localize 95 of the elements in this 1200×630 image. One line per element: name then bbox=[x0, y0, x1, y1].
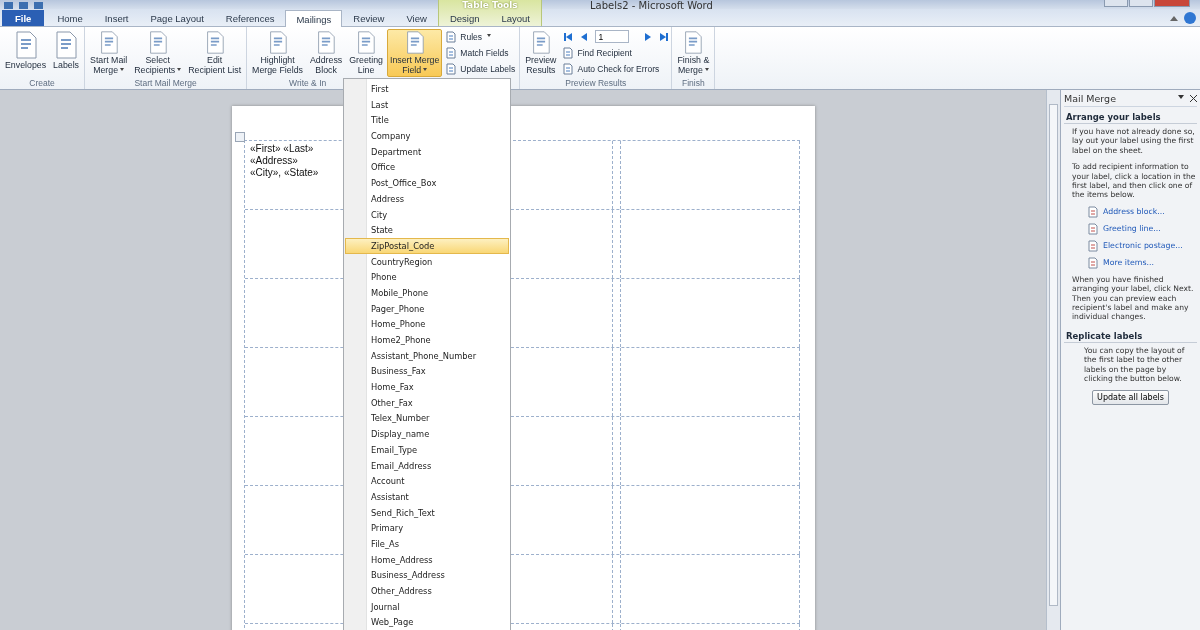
menu-item[interactable]: Office bbox=[345, 159, 509, 176]
document-icon bbox=[445, 62, 458, 75]
ribbon-tab[interactable]: Review bbox=[342, 10, 396, 26]
document-icon bbox=[445, 46, 458, 59]
menu-item[interactable]: Business_Address bbox=[345, 567, 509, 583]
ribbon-button[interactable]: Match Fields bbox=[443, 45, 518, 60]
menu-item[interactable]: Home_Address bbox=[345, 551, 509, 568]
update-labels-button[interactable]: Update all labels bbox=[1092, 389, 1169, 405]
menu-item[interactable]: Home2_Phone bbox=[345, 332, 509, 348]
section-heading: Arrange your labels bbox=[1064, 112, 1197, 124]
menu-item[interactable]: Other_Address bbox=[345, 583, 509, 599]
menu-item[interactable]: Home_Fax bbox=[345, 379, 509, 395]
menu-item[interactable]: Pager_Phone bbox=[345, 300, 509, 317]
group-label: Create bbox=[28, 78, 56, 89]
pane-title: Mail Merge bbox=[1064, 92, 1117, 104]
ribbon-button[interactable]: Rules bbox=[443, 29, 518, 44]
first-record-icon[interactable] bbox=[563, 31, 574, 42]
restore-button[interactable] bbox=[1129, 0, 1153, 7]
menu-item[interactable]: Address bbox=[345, 190, 509, 207]
document-icon bbox=[562, 46, 575, 59]
document-icon bbox=[1088, 222, 1098, 235]
document-icon bbox=[1088, 239, 1098, 252]
ribbon-tab[interactable]: Home bbox=[46, 10, 94, 26]
ribbon-button[interactable]: Find Recipient bbox=[560, 45, 670, 60]
menu-item[interactable]: Journal bbox=[345, 598, 509, 615]
minimize-button[interactable] bbox=[1104, 0, 1128, 7]
ribbon-tab[interactable]: Insert bbox=[93, 10, 140, 26]
menu-item[interactable]: CountryRegion bbox=[345, 253, 509, 270]
ribbon-button[interactable]: Preview Results bbox=[522, 29, 560, 77]
ribbon-button[interactable]: Insert Merge Field bbox=[386, 29, 443, 77]
menu-item[interactable]: First bbox=[345, 81, 509, 97]
menu-item[interactable]: Primary bbox=[345, 520, 509, 536]
menu-item[interactable]: Assistant bbox=[345, 488, 509, 505]
menu-item[interactable]: Last bbox=[345, 96, 509, 113]
menu-item[interactable]: Account bbox=[345, 473, 509, 489]
ribbon-button[interactable]: Select Recipients bbox=[131, 29, 185, 77]
group-label: Write & In bbox=[289, 78, 327, 89]
merge-field-line: «Address» bbox=[250, 155, 298, 167]
close-icon[interactable] bbox=[1190, 94, 1197, 102]
last-record-icon[interactable] bbox=[659, 31, 670, 42]
menu-item[interactable]: Phone bbox=[345, 269, 509, 285]
ribbon-button[interactable]: Greeting Line bbox=[346, 29, 386, 77]
ribbon-button[interactable]: Finish & Merge bbox=[674, 29, 713, 77]
merge-field-line: «First» «Last» bbox=[250, 143, 314, 155]
ribbon-tab[interactable]: View bbox=[395, 10, 438, 26]
contextual-tab-group-label: Table Tools bbox=[462, 0, 518, 10]
window-title: Labels2 - Microsoft Word bbox=[590, 1, 713, 11]
document-icon bbox=[54, 31, 79, 59]
document-icon bbox=[562, 62, 575, 75]
menu-item[interactable]: Title bbox=[345, 112, 509, 129]
ribbon-button[interactable]: Update Labels bbox=[443, 61, 518, 76]
menu-item[interactable]: Home_Phone bbox=[345, 316, 509, 332]
menu-item[interactable]: City bbox=[345, 206, 509, 223]
section-heading: Replicate labels bbox=[1064, 330, 1197, 343]
document-icon bbox=[1088, 205, 1098, 218]
menu-item[interactable]: Send_Rich_Text bbox=[345, 504, 509, 521]
ribbon-button[interactable]: Labels bbox=[50, 29, 83, 77]
ribbon-tab[interactable]: References bbox=[214, 10, 286, 26]
group-label: Preview Results bbox=[564, 78, 628, 89]
menu-item[interactable]: Post_Office_Box bbox=[345, 175, 509, 191]
menu-item[interactable]: Web_Page bbox=[345, 614, 509, 630]
ribbon-tab[interactable]: Mailings bbox=[285, 10, 343, 27]
document-icon bbox=[13, 31, 38, 59]
menu-item[interactable]: Email_Type bbox=[345, 441, 509, 458]
ribbon-button[interactable]: Address Block bbox=[306, 29, 346, 77]
ribbon-button[interactable]: Envelopes bbox=[2, 29, 50, 77]
menu-item[interactable]: Company bbox=[345, 128, 509, 144]
menu-item[interactable]: Assistant_Phone_Number bbox=[345, 347, 509, 364]
ribbon-button[interactable]: Auto Check for Errors bbox=[560, 61, 670, 76]
menu-item[interactable]: Department bbox=[345, 143, 509, 160]
record-number-field[interactable]: 1 bbox=[595, 30, 630, 43]
ribbon-button[interactable]: Edit Recipient List bbox=[185, 29, 245, 77]
document-icon bbox=[1088, 256, 1098, 269]
menu-item[interactable]: State bbox=[345, 222, 509, 238]
file-tab[interactable]: File bbox=[2, 10, 45, 26]
group-label: Start Mail Merge bbox=[133, 78, 198, 89]
merge-field-line: «City», «State» bbox=[250, 167, 319, 179]
ribbon-button[interactable]: Highlight Merge Fields bbox=[249, 29, 306, 77]
menu-item[interactable]: Business_Fax bbox=[345, 363, 509, 380]
ribbon-tab[interactable]: Design bbox=[438, 10, 491, 26]
menu-item[interactable]: File_As bbox=[345, 535, 509, 552]
menu-item[interactable]: Telex_Number bbox=[345, 410, 509, 427]
scroll-bar[interactable] bbox=[1046, 90, 1060, 630]
ribbon-tab[interactable]: Page Layout bbox=[139, 10, 215, 26]
menu-item[interactable]: Other_Fax bbox=[345, 394, 509, 411]
menu-item[interactable]: Display_name bbox=[345, 426, 509, 442]
menu-item[interactable]: ZipPostal_Code bbox=[345, 237, 509, 254]
previous-record-icon[interactable] bbox=[579, 31, 590, 42]
menu-item[interactable]: Email_Address bbox=[345, 457, 509, 474]
group-label: Finish bbox=[681, 78, 706, 89]
ribbon-button[interactable]: Start Mail Merge bbox=[87, 29, 131, 77]
ribbon-tab[interactable]: Layout bbox=[490, 10, 541, 26]
table-move-handle-icon[interactable] bbox=[235, 132, 245, 142]
menu-item[interactable]: Mobile_Phone bbox=[345, 284, 509, 301]
document-icon bbox=[445, 30, 458, 43]
